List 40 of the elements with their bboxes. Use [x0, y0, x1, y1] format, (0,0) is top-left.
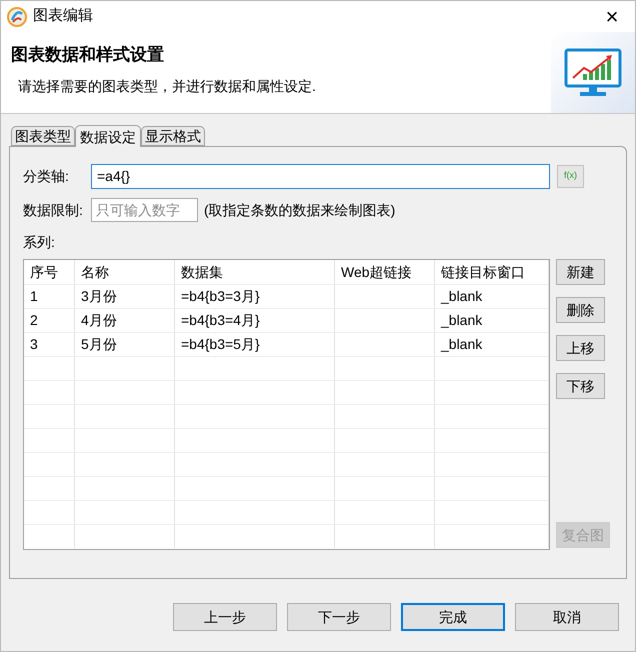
footer-button[interactable]: 取消 — [515, 603, 619, 631]
field-label: 数据限制: — [23, 200, 84, 220]
column-header: 链接目标窗口 — [435, 260, 549, 284]
tab[interactable]: 图表类型 — [11, 126, 75, 146]
header-title: 图表数据和样式设置 — [11, 44, 164, 66]
window-title: 图表编辑 — [33, 6, 93, 26]
series-label: 系列: — [23, 233, 55, 252]
table-cell: =b4{b3=3月} — [175, 285, 335, 308]
field-label: 分类轴: — [23, 166, 70, 186]
chart-monitor-icon — [564, 48, 622, 98]
table-cell: _blank — [435, 333, 549, 356]
table-cell: _blank — [435, 285, 549, 308]
series-button[interactable]: 删除 — [556, 297, 605, 323]
table-cell: 2 — [24, 309, 75, 332]
data-limit-field[interactable]: 只可输入数字 — [91, 198, 198, 222]
app-logo-icon — [7, 6, 27, 26]
hint-text: (取指定条数的数据来绘制图表) — [204, 200, 396, 220]
table-cell: 4月份 — [75, 309, 175, 332]
footer-button[interactable]: 下一步 — [287, 603, 391, 631]
tab[interactable]: 数据设定 — [75, 125, 141, 147]
footer-button[interactable]: 完成 — [401, 603, 505, 631]
column-header: 数据集 — [175, 260, 335, 284]
series-button[interactable]: 上移 — [556, 335, 605, 361]
footer-button[interactable]: 上一步 — [173, 603, 277, 631]
table-cell: =b4{b3=4月} — [175, 309, 335, 332]
series-button[interactable]: 新建 — [556, 259, 605, 285]
table-cell: =b4{b3=5月} — [175, 333, 335, 356]
column-header: 名称 — [75, 260, 175, 284]
tab[interactable]: 显示格式 — [141, 126, 205, 146]
table-cell: 3月份 — [75, 285, 175, 308]
close-button[interactable]: × — [599, 4, 625, 30]
category-axis-field[interactable]: =a4{} — [91, 164, 550, 188]
table-cell: 1 — [24, 285, 75, 308]
column-header: 序号 — [24, 260, 75, 284]
column-header: Web超链接 — [335, 260, 435, 284]
header-subtitle: 请选择需要的图表类型，并进行数据和属性设定. — [18, 76, 316, 96]
series-button[interactable]: 下移 — [556, 373, 605, 399]
table-cell: 5月份 — [75, 333, 175, 356]
table-cell: _blank — [435, 309, 549, 332]
table-cell: 3 — [24, 333, 75, 356]
